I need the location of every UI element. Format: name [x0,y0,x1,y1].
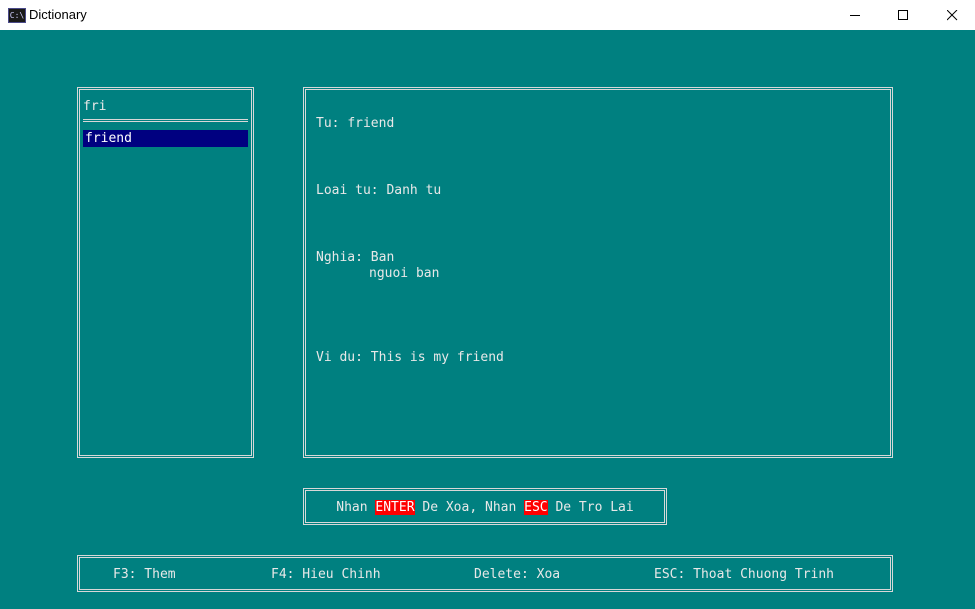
minimize-icon [850,15,860,16]
shortcut-edit[interactable]: F4: Hieu Chinh [271,566,381,583]
example-label: Vi du: [316,350,363,365]
shortcut-delete[interactable]: Delete: Xoa [474,566,560,583]
confirm-dialog: Nhan ENTER De Xoa, Nhan ESC De Tro Lai [303,488,667,525]
shortcut-exit[interactable]: ESC: Thoat Chuong Trinh [654,566,834,583]
confirm-suffix: De Tro Lai [555,500,634,515]
shortcut-bar: F3: Them F4: Hieu Chinh Delete: Xoa ESC:… [77,555,893,592]
example-value: This is my friend [370,350,504,365]
word-label: Tu: [316,116,340,131]
enter-key-badge: ENTER [375,500,415,515]
type-label: Loai tu: [316,183,379,198]
meaning-row: Nghia: Ban [316,249,394,266]
confirm-message: Nhan ENTER De Xoa, Nhan ESC De Tro Lai [306,499,664,516]
maximize-icon [898,10,908,20]
maximize-button[interactable] [880,0,926,30]
search-divider [83,119,248,122]
close-icon [947,10,958,21]
type-value: Danh tu [386,183,442,198]
example-row: Vi du: This is my friend [316,349,504,366]
meaning-value-2: nguoi ban [369,266,440,281]
word-value: friend [347,116,395,131]
result-item[interactable]: friend [83,130,248,147]
search-panel: fri friend [77,87,254,458]
meaning-value: Ban [370,250,395,265]
confirm-middle: De Xoa, Nhan [422,500,517,515]
close-button[interactable] [929,0,975,30]
word-row: Tu: friend [316,115,394,132]
shortcut-add[interactable]: F3: Them [113,566,176,583]
result-item-label: friend [85,131,132,146]
confirm-prefix: Nhan [336,500,368,515]
esc-key-badge: ESC [524,500,548,515]
title-bar: C:\ Dictionary [0,0,975,30]
console-app-icon: C:\ [8,8,26,23]
search-input[interactable]: fri [83,98,106,115]
detail-panel: Tu: friend Loai tu: Danh tu Nghia: Ban n… [303,87,893,458]
type-row: Loai tu: Danh tu [316,182,441,199]
meaning-label: Nghia: [316,250,363,265]
window-title: Dictionary [29,7,87,22]
minimize-button[interactable] [832,0,878,30]
